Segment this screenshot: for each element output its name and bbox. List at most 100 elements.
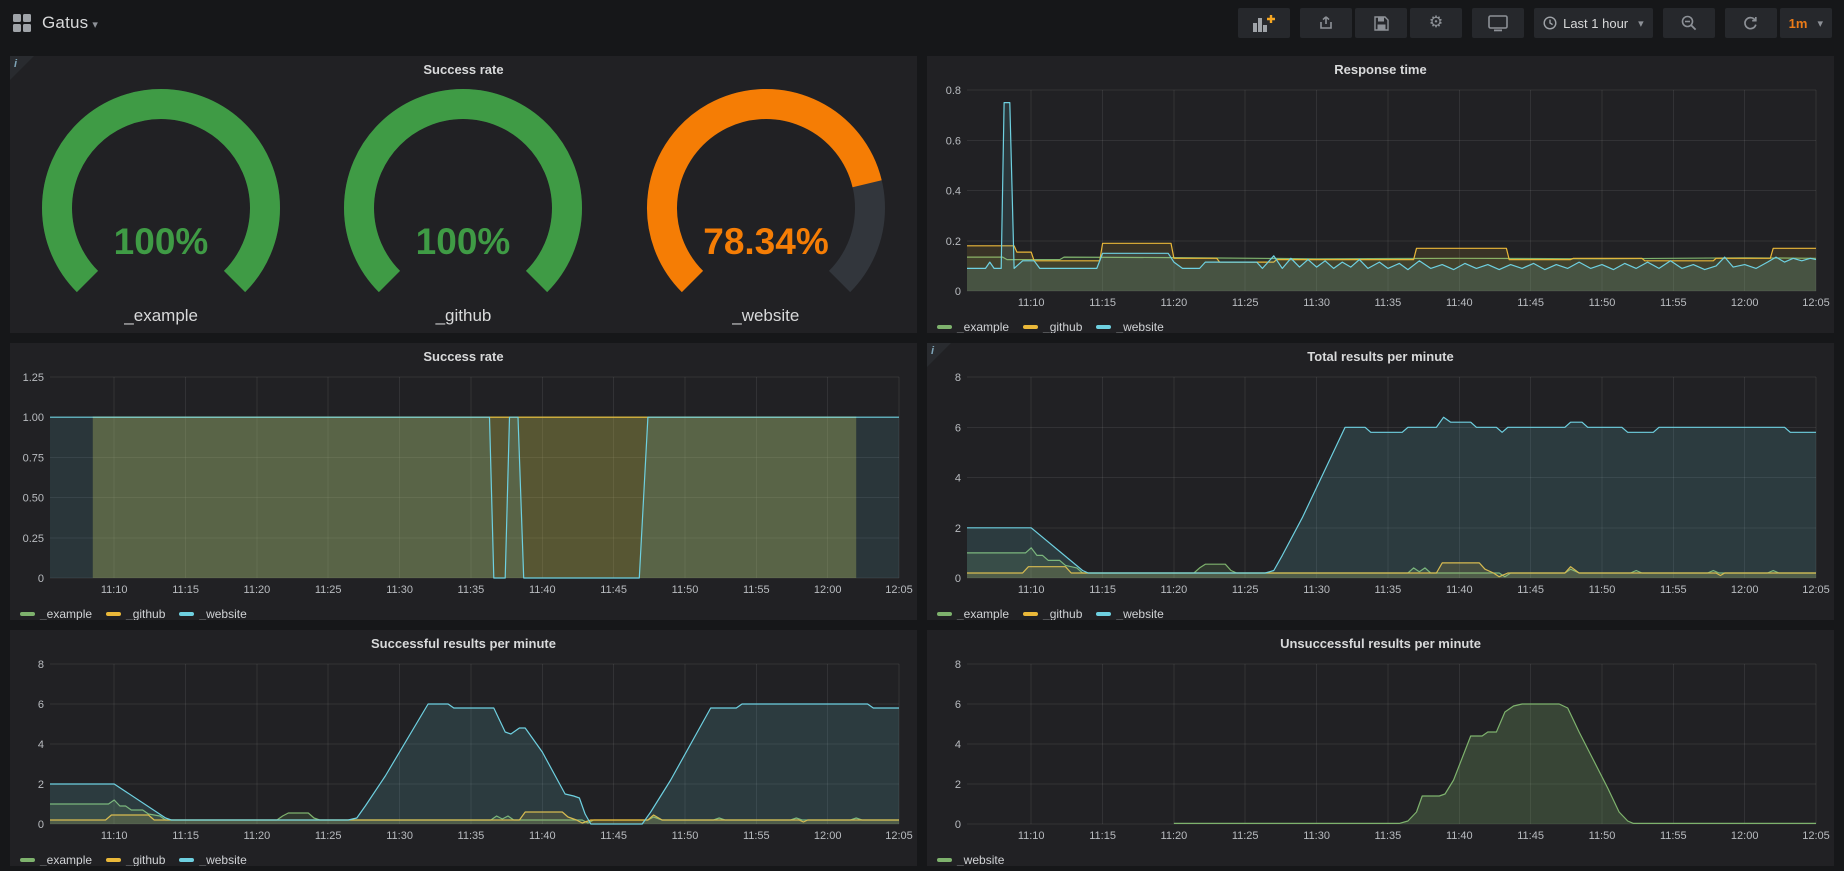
svg-text:11:45: 11:45 [1517,297,1544,309]
svg-text:100%: 100% [114,221,209,262]
legend-swatch [937,612,952,616]
svg-text:11:40: 11:40 [1446,584,1473,596]
svg-text:2: 2 [38,779,44,791]
panel-title[interactable]: Successful results per minute [10,630,917,656]
panel-successful-results: Successful results per minute 11:1011:15… [10,630,917,866]
dashboard-title[interactable]: Gatus▾ [42,13,98,33]
add-panel-icon [1253,15,1275,32]
svg-text:0.4: 0.4 [946,186,961,198]
svg-text:11:15: 11:15 [1089,584,1116,596]
unsuccessful-results-chart[interactable]: 11:1011:1511:2011:2511:3011:3511:4011:45… [927,656,1834,849]
refresh-icon [1743,16,1758,31]
panel-title[interactable]: Total results per minute [927,343,1834,369]
svg-text:12:05: 12:05 [885,830,913,842]
legend: _example _github _website [10,849,917,866]
svg-text:11:40: 11:40 [1446,297,1473,309]
gauge-arc: 100% [318,86,608,304]
success-rate-chart[interactable]: 11:1011:1511:2011:2511:3011:3511:4011:45… [10,369,917,603]
legend-item[interactable]: _example [20,853,92,866]
legend-item[interactable]: _github [106,853,165,866]
total-results-chart[interactable]: 11:1011:1511:2011:2511:3011:3511:4011:45… [927,369,1834,603]
refresh-interval-button[interactable]: 1m ▾ [1780,8,1832,38]
legend-swatch [937,858,952,862]
svg-text:11:25: 11:25 [1232,297,1259,309]
legend-swatch [179,858,194,862]
svg-text:11:10: 11:10 [1018,584,1045,596]
share-icon [1318,15,1334,31]
legend-item[interactable]: _website [179,607,246,620]
legend-item[interactable]: _website [937,853,1004,866]
svg-text:11:50: 11:50 [1589,297,1616,309]
refresh-button[interactable] [1725,8,1777,38]
svg-text:1.00: 1.00 [23,412,44,424]
svg-text:11:55: 11:55 [1660,830,1687,842]
share-button[interactable] [1300,8,1352,38]
svg-text:11:35: 11:35 [458,584,485,596]
svg-text:11:30: 11:30 [1303,584,1330,596]
settings-button[interactable]: ⚙ [1410,8,1462,38]
svg-text:12:00: 12:00 [814,584,842,596]
gauge-label: _example [124,306,198,326]
svg-text:11:50: 11:50 [1589,584,1616,596]
legend-swatch [1023,325,1038,329]
panel-success-rate-graph: Success rate 11:1011:1511:2011:2511:3011… [10,343,917,620]
tv-mode-button[interactable] [1472,8,1524,38]
add-panel-button[interactable] [1238,8,1290,38]
svg-text:11:55: 11:55 [743,830,770,842]
save-button[interactable] [1355,8,1407,38]
legend-item[interactable]: _github [1023,320,1082,333]
svg-text:6: 6 [38,699,44,711]
svg-text:0.8: 0.8 [946,85,961,97]
legend-label: _website [199,853,246,866]
legend-item[interactable]: _website [1096,607,1163,620]
legend-label: _github [1043,320,1082,333]
legend: _example _github _website [10,603,917,620]
dashboard-grid-icon[interactable] [12,13,32,33]
svg-text:11:25: 11:25 [315,830,342,842]
panel-title[interactable]: Success rate [10,56,917,82]
gear-icon: ⚙ [1429,15,1443,31]
panel-title[interactable]: Unsuccessful results per minute [927,630,1834,656]
legend-swatch [106,612,121,616]
legend-item[interactable]: _github [1023,607,1082,620]
svg-text:8: 8 [955,659,961,671]
svg-text:2: 2 [955,779,961,791]
save-icon [1374,16,1389,31]
legend-swatch [1023,612,1038,616]
legend: _example _github _website [927,603,1834,620]
panel-title[interactable]: Response time [927,56,1834,82]
svg-text:11:20: 11:20 [1161,297,1188,309]
gauges-row: 100% _example 100% _github 78.34% _websi… [10,82,917,333]
successful-results-chart[interactable]: 11:1011:1511:2011:2511:3011:3511:4011:45… [10,656,917,849]
panel-title[interactable]: Success rate [10,343,917,369]
svg-text:11:40: 11:40 [529,584,556,596]
zoom-out-button[interactable] [1663,8,1715,38]
panel-info-corner[interactable]: i [10,56,34,80]
panel-info-corner[interactable]: i [927,343,951,367]
svg-text:8: 8 [955,372,961,384]
svg-text:12:00: 12:00 [1731,830,1759,842]
svg-text:11:55: 11:55 [1660,584,1687,596]
svg-text:11:20: 11:20 [244,584,271,596]
svg-text:11:45: 11:45 [1517,830,1544,842]
svg-text:12:00: 12:00 [1731,297,1759,309]
svg-text:11:15: 11:15 [172,830,199,842]
legend-swatch [20,612,35,616]
legend-item[interactable]: _example [937,320,1009,333]
info-icon: i [931,345,934,357]
svg-text:11:25: 11:25 [315,584,342,596]
legend-item[interactable]: _example [20,607,92,620]
time-picker-button[interactable]: Last 1 hour ▾ [1534,8,1653,38]
legend-item[interactable]: _website [179,853,246,866]
legend-label: _github [126,607,165,620]
legend-item[interactable]: _github [106,607,165,620]
svg-text:12:05: 12:05 [1802,584,1830,596]
gauge-github: 100% _github [318,86,608,326]
svg-text:11:50: 11:50 [672,584,699,596]
panel-success-rate-gauges: i Success rate 100% _example 100% _githu… [10,56,917,333]
gauge-example: 100% _example [16,86,306,326]
svg-text:11:55: 11:55 [743,584,770,596]
response-time-chart[interactable]: 11:1011:1511:2011:2511:3011:3511:4011:45… [927,82,1834,316]
legend-item[interactable]: _website [1096,320,1163,333]
legend-item[interactable]: _example [937,607,1009,620]
